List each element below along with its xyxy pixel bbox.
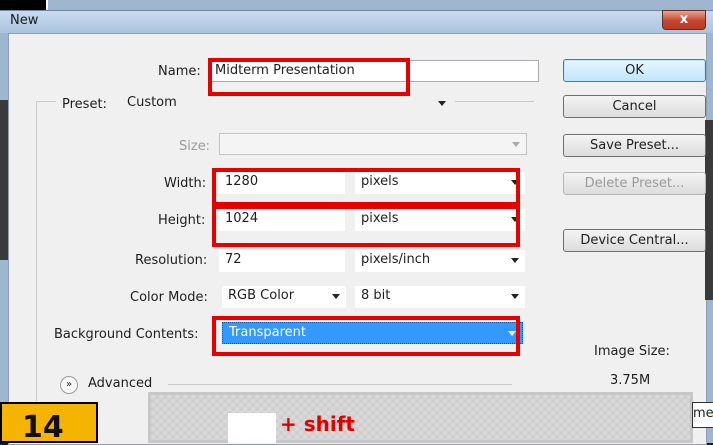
color-mode-label: Color Mode: bbox=[130, 290, 208, 305]
shift-instruction: + shift bbox=[280, 412, 355, 436]
width-highlight bbox=[212, 168, 520, 206]
advanced-divider bbox=[168, 384, 512, 385]
bit-depth-value: 8 bit bbox=[361, 288, 391, 303]
title-bar[interactable] bbox=[0, 10, 713, 33]
step-number-badge: 14 bbox=[0, 402, 98, 443]
chevron-down-icon bbox=[512, 142, 520, 147]
preset-group-line bbox=[36, 101, 56, 102]
right-window-edge bbox=[705, 120, 713, 300]
left-window-edge bbox=[0, 100, 8, 260]
title-tab-decoration bbox=[0, 0, 48, 10]
double-chevron-down-icon[interactable]: » bbox=[60, 376, 78, 394]
delete-preset-button[interactable]: Delete Preset... bbox=[563, 172, 706, 195]
size-label: Size: bbox=[179, 139, 211, 154]
background-contents-highlight bbox=[212, 316, 520, 356]
preset-label: Preset: bbox=[62, 97, 107, 112]
height-highlight bbox=[212, 205, 520, 247]
image-size-value: 3.75M bbox=[610, 373, 651, 388]
chevron-down-icon bbox=[332, 294, 340, 299]
key-graphic bbox=[228, 413, 276, 443]
save-preset-button[interactable]: Save Preset... bbox=[563, 134, 706, 157]
resolution-label: Resolution: bbox=[135, 253, 208, 268]
height-label: Height: bbox=[158, 213, 206, 228]
background-contents-label: Background Contents: bbox=[54, 327, 199, 342]
preset-group-border bbox=[36, 101, 37, 401]
close-icon: x bbox=[679, 12, 689, 27]
width-label: Width: bbox=[164, 176, 207, 191]
chevron-down-icon bbox=[511, 258, 519, 263]
name-label: Name: bbox=[158, 64, 201, 79]
size-select[interactable] bbox=[219, 133, 527, 155]
image-size-label: Image Size: bbox=[594, 344, 670, 359]
resolution-unit-select[interactable]: pixels/inch bbox=[355, 250, 525, 272]
chevron-down-icon bbox=[438, 101, 446, 106]
preset-select[interactable]: Custom bbox=[121, 93, 452, 115]
partial-tooltip: me bbox=[692, 402, 713, 428]
color-mode-value: RGB Color bbox=[228, 288, 295, 303]
preset-value: Custom bbox=[127, 95, 177, 110]
cancel-button[interactable]: Cancel bbox=[563, 95, 706, 118]
close-button[interactable]: x bbox=[662, 10, 706, 30]
advanced-label[interactable]: Advanced bbox=[88, 376, 152, 391]
resolution-input[interactable]: 72 bbox=[219, 250, 345, 272]
name-highlight bbox=[208, 58, 410, 96]
resolution-unit-value: pixels/inch bbox=[361, 252, 431, 267]
device-central-button[interactable]: Device Central... bbox=[563, 229, 706, 252]
color-mode-select[interactable]: RGB Color bbox=[222, 286, 346, 308]
preset-group-line bbox=[455, 101, 534, 102]
bit-depth-select[interactable]: 8 bit bbox=[355, 286, 525, 308]
window-title: New bbox=[10, 13, 39, 28]
chevron-down-icon bbox=[511, 294, 519, 299]
ok-button[interactable]: OK bbox=[563, 59, 706, 82]
